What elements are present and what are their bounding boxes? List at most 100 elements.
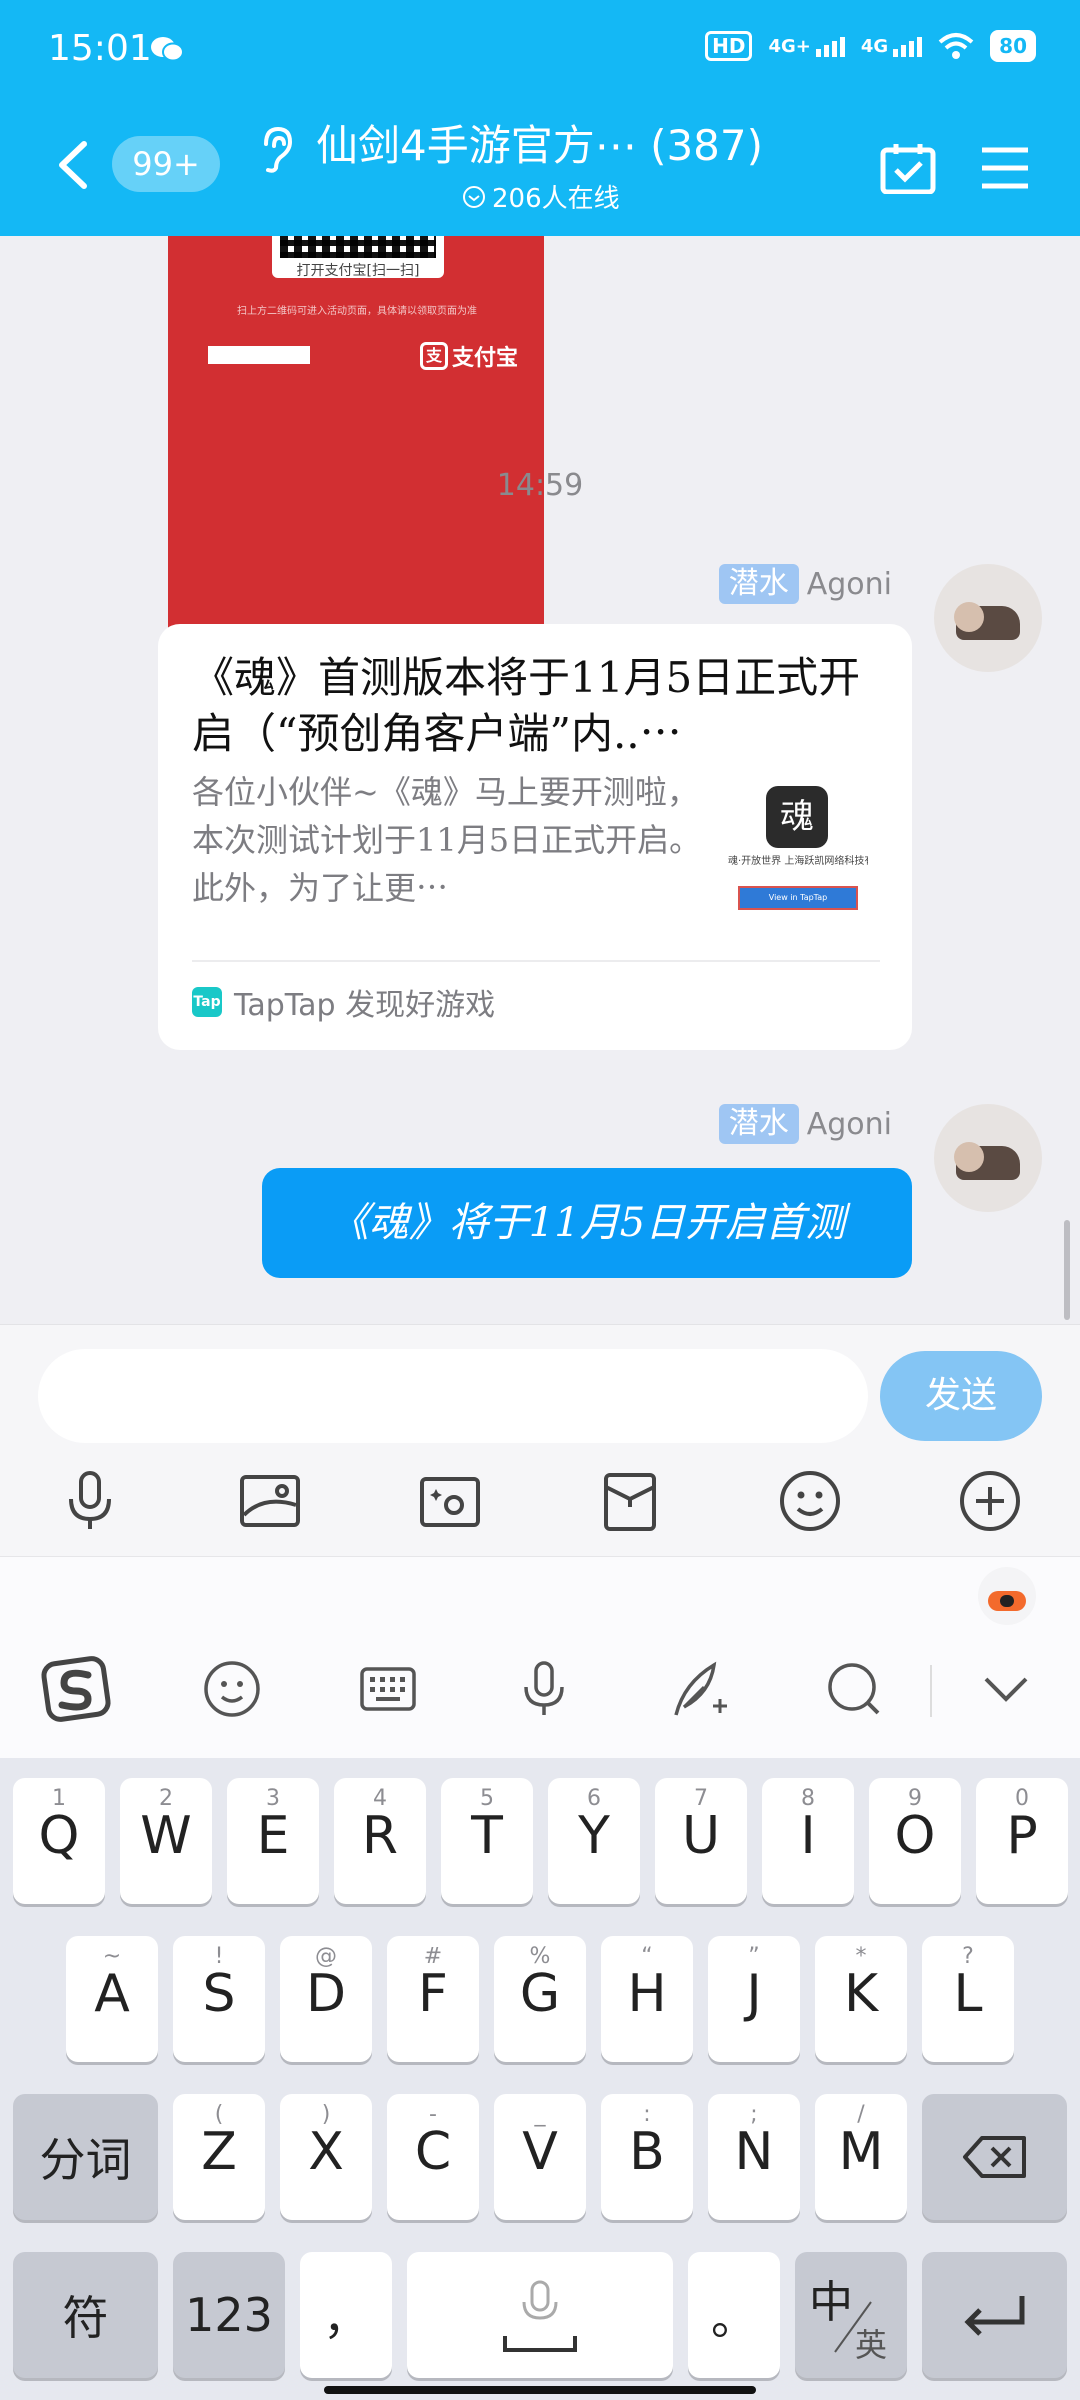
link-source: Tap TapTap 发现好游戏 bbox=[192, 980, 495, 1024]
link-share-card[interactable]: 《魂》首测版本将于11月5日正式开启（“预创角客户端”内..⋯ 各位小伙伴~《魂… bbox=[158, 624, 912, 1050]
key-g[interactable]: % G bbox=[494, 1936, 586, 2062]
emoji-icon[interactable] bbox=[774, 1465, 846, 1537]
key-label: T bbox=[471, 1806, 503, 1866]
member-level-tag: 潜水 bbox=[718, 1104, 799, 1144]
key-label: E bbox=[256, 1806, 290, 1866]
key-label: U bbox=[681, 1806, 721, 1866]
key-label: 123 bbox=[185, 2288, 273, 2342]
key-n[interactable]: ; N bbox=[708, 2094, 800, 2220]
key-x[interactable]: ) X bbox=[280, 2094, 372, 2220]
message-timestamp: 14:59 bbox=[496, 468, 584, 503]
key-o[interactable]: 9O bbox=[869, 1778, 961, 1904]
qr-caption: 打开支付宝[扫一扫] bbox=[296, 263, 420, 279]
key-label: N bbox=[734, 2122, 774, 2182]
wechat-icon bbox=[151, 37, 184, 62]
chevron-down-icon[interactable] bbox=[970, 1653, 1042, 1725]
key-label: W bbox=[140, 1806, 192, 1866]
key-fenci[interactable]: 分词 bbox=[13, 2094, 158, 2220]
plus-icon[interactable] bbox=[954, 1465, 1026, 1537]
sender-info: 潜水 Agoni bbox=[718, 1104, 892, 1144]
card-fine-print: 扫上方二维码可进入活动页面，具体请以领取页面为准 bbox=[237, 306, 477, 317]
ime-toolbar bbox=[0, 1556, 1080, 1758]
avatar[interactable] bbox=[934, 1104, 1042, 1212]
unread-count-badge[interactable]: 99+ bbox=[112, 136, 220, 192]
alipay-icon: 支 bbox=[420, 342, 448, 370]
key-v[interactable]: _ V bbox=[494, 2094, 586, 2220]
key-t[interactable]: 5T bbox=[441, 1778, 533, 1904]
key-label: Q bbox=[38, 1806, 80, 1866]
key-label: Z bbox=[201, 2122, 237, 2182]
hd-badge: HD bbox=[705, 31, 753, 61]
key-a[interactable]: ~ A bbox=[66, 1936, 158, 2062]
key-w[interactable]: 2W bbox=[120, 1778, 212, 1904]
key-u[interactable]: 7U bbox=[655, 1778, 747, 1904]
key-symbols[interactable]: 符 bbox=[13, 2252, 158, 2378]
key-label: 。 bbox=[711, 2291, 757, 2345]
key-m[interactable]: / M bbox=[815, 2094, 907, 2220]
qr-code bbox=[280, 236, 436, 258]
key-y[interactable]: 6Y bbox=[548, 1778, 640, 1904]
mic-icon[interactable] bbox=[54, 1465, 126, 1537]
key-label: L bbox=[953, 1964, 983, 2024]
network-type-1: 4G+ bbox=[768, 35, 811, 57]
key-s[interactable]: ! S bbox=[173, 1936, 265, 2062]
key-h[interactable]: “H bbox=[601, 1936, 693, 2062]
toolbar-divider bbox=[930, 1665, 932, 1717]
key-b[interactable]: :B bbox=[601, 2094, 693, 2220]
network-type-2: 4G bbox=[860, 35, 889, 57]
ear-icon[interactable] bbox=[256, 124, 296, 174]
image-icon[interactable] bbox=[234, 1465, 306, 1537]
key-label: A bbox=[94, 1964, 130, 2024]
menu-icon[interactable] bbox=[980, 146, 1030, 190]
back-arrow-icon[interactable] bbox=[54, 140, 90, 190]
wifi-icon bbox=[938, 33, 974, 59]
key-space[interactable] bbox=[407, 2252, 673, 2378]
qr-code-panel: 打开支付宝[扫一扫] bbox=[272, 236, 444, 279]
key-e[interactable]: 3E bbox=[227, 1778, 319, 1904]
key-language-switch[interactable]: 中 英 bbox=[795, 2252, 907, 2378]
key-r[interactable]: 4R bbox=[334, 1778, 426, 1904]
taptap-icon: Tap bbox=[192, 987, 222, 1017]
key-enter[interactable] bbox=[922, 2252, 1067, 2378]
key-q[interactable]: 1Q bbox=[13, 1778, 105, 1904]
calendar-check-icon[interactable] bbox=[880, 142, 936, 194]
ime-emoji-icon[interactable] bbox=[196, 1653, 268, 1725]
sogou-logo-icon[interactable] bbox=[40, 1653, 112, 1725]
key-label: I bbox=[800, 1806, 816, 1866]
key-d[interactable]: @ D bbox=[280, 1936, 372, 2062]
message-input[interactable] bbox=[38, 1349, 868, 1443]
sender-name[interactable]: Agoni bbox=[807, 1107, 892, 1142]
message-bubble[interactable]: 《魂》将于11月5日开启首测 bbox=[262, 1168, 912, 1278]
composer: 发送 bbox=[0, 1324, 1080, 1556]
key-j[interactable]: ” J bbox=[708, 1936, 800, 2062]
key-numbers[interactable]: 123 bbox=[173, 2252, 285, 2378]
key-label: D bbox=[305, 1964, 347, 2024]
handwriting-icon[interactable] bbox=[664, 1653, 736, 1725]
key-p[interactable]: 0P bbox=[976, 1778, 1068, 1904]
keyboard-icon[interactable] bbox=[352, 1653, 424, 1725]
key-backspace[interactable] bbox=[922, 2094, 1067, 2220]
online-check-icon bbox=[463, 185, 485, 208]
key-f[interactable]: # F bbox=[387, 1936, 479, 2062]
search-icon[interactable] bbox=[818, 1653, 890, 1725]
camera-icon[interactable] bbox=[414, 1465, 486, 1537]
avatar[interactable] bbox=[934, 564, 1042, 672]
alipay-red-packet-image[interactable]: 打开支付宝[扫一扫] 扫上方二维码可进入活动页面，具体请以领取页面为准 支 支付… bbox=[168, 236, 544, 652]
group-title[interactable]: 仙剑4手游官方⋯ (387) bbox=[316, 112, 786, 173]
key-i[interactable]: 8I bbox=[762, 1778, 854, 1904]
ime-mascot-icon[interactable] bbox=[978, 1567, 1036, 1625]
sender-name[interactable]: Agoni bbox=[807, 567, 892, 602]
key-comma[interactable]: ， bbox=[300, 2252, 392, 2378]
voice-input-icon[interactable] bbox=[508, 1653, 580, 1725]
key-period[interactable]: 。 bbox=[688, 2252, 780, 2378]
key-c[interactable]: -C bbox=[387, 2094, 479, 2220]
key-l[interactable]: ? L bbox=[922, 1936, 1014, 2062]
home-indicator[interactable] bbox=[324, 2386, 756, 2394]
red-packet-icon[interactable] bbox=[594, 1465, 666, 1537]
scrollbar[interactable] bbox=[1064, 1220, 1070, 1320]
key-z[interactable]: (Z bbox=[173, 2094, 265, 2220]
key-k[interactable]: * K bbox=[815, 1936, 907, 2062]
message-list[interactable]: 打开支付宝[扫一扫] 扫上方二维码可进入活动页面，具体请以领取页面为准 支 支付… bbox=[0, 236, 1080, 1324]
send-button[interactable]: 发送 bbox=[880, 1351, 1042, 1441]
online-count: 206人在线 bbox=[462, 178, 620, 215]
